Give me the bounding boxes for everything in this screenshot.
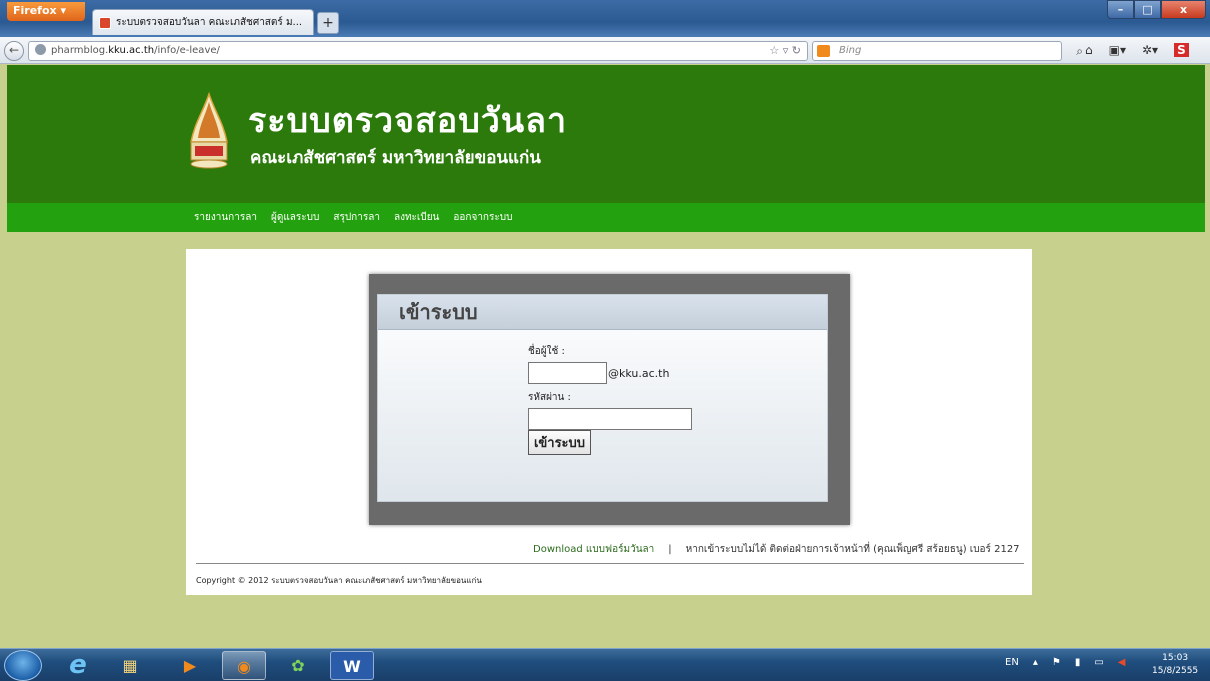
footer-divider xyxy=(196,563,1024,564)
reload-icon[interactable]: ↻ xyxy=(792,44,801,57)
back-button[interactable]: ← xyxy=(4,41,24,61)
search-placeholder: Bing xyxy=(839,45,862,56)
dropdown-icon[interactable]: ▿ xyxy=(783,44,789,57)
url-domain: kku.ac.th xyxy=(108,45,155,56)
language-indicator[interactable]: EN xyxy=(1005,657,1019,668)
site-title: ระบบตรวจสอบวันลา xyxy=(248,101,568,141)
globe-icon xyxy=(35,44,46,55)
menu-item-leave-summary[interactable]: สรุปการลา xyxy=(333,210,380,225)
username-input[interactable] xyxy=(528,362,607,384)
start-button[interactable] xyxy=(4,650,42,681)
url-path: /info/e-leave/ xyxy=(154,45,220,56)
menu-item-admin[interactable]: ผู้ดูแลระบบ xyxy=(271,210,319,225)
site-subtitle: คณะเภสัชศาสตร์ มหาวิทยาลัยขอนแก่น xyxy=(250,148,541,168)
back-arrow-icon: ← xyxy=(8,43,20,57)
menu-item-register[interactable]: ลงทะเบียน xyxy=(394,210,439,225)
menu-item-leave-report[interactable]: รายงานการลา xyxy=(194,210,257,225)
file-explorer-icon[interactable]: ▦ xyxy=(108,651,152,680)
url-bar[interactable]: pharmblog.kku.ac.th/info/e-leave/ ☆ ▿ ↻ xyxy=(28,41,808,61)
browser-titlebar: Firefox ▾ ระบบตรวจสอบวันลา คณะเภสัชศาสตร… xyxy=(0,0,1210,37)
footer-links: Download แบบฟอร์มวันลา | หากเข้าระบบไม่ได้… xyxy=(533,542,1020,557)
clock-date: 15/8/2555 xyxy=(1152,666,1199,676)
url-actions: ☆ ▿ ↻ xyxy=(769,42,801,60)
menu-item-logout[interactable]: ออกจากระบบ xyxy=(453,210,512,225)
login-frame: เข้าระบบ ชื่อผู้ใช้ : @kku.ac.th รหัสผ่า… xyxy=(369,274,850,525)
bookmark-star-icon[interactable]: ☆ xyxy=(769,44,779,57)
copyright-text: Copyright © 2012 ระบบตรวจสอบวันลา คณะเภส… xyxy=(196,576,482,585)
password-input[interactable] xyxy=(528,408,692,430)
favicon-icon xyxy=(99,16,111,29)
window-controls: – □ x xyxy=(1107,0,1206,19)
toolbar-icons: ⌂ ▣▾ ✲▾ S xyxy=(1085,43,1189,57)
university-logo-icon xyxy=(190,92,228,169)
clock[interactable]: 15:03 15/8/2555 xyxy=(1152,652,1198,678)
internet-explorer-icon[interactable]: e xyxy=(56,651,100,680)
show-hidden-icons-icon[interactable]: ▴ xyxy=(1033,657,1038,668)
flag-icon[interactable]: ⚑ xyxy=(1052,657,1061,668)
volume-icon[interactable]: ◀ xyxy=(1118,657,1126,668)
minimize-button[interactable]: – xyxy=(1107,0,1134,19)
download-form-link[interactable]: Download แบบฟอร์มวันลา xyxy=(533,544,654,555)
firefox-menu-button[interactable]: Firefox ▾ xyxy=(7,2,85,21)
username-domain-suffix: @kku.ac.th xyxy=(608,367,670,380)
system-tray: EN ▴ ⚑ ▮ ▭ ◀ xyxy=(1005,657,1125,668)
main-menu: รายงานการลา ผู้ดูแลระบบ สรุปการลา ลงทะเบ… xyxy=(7,203,1205,232)
search-bar[interactable]: Bing ⌕ xyxy=(812,41,1083,61)
messenger-icon[interactable]: ✿ xyxy=(276,651,320,680)
windows-taskbar: e ▦ ▶ ◉ ✿ W EN ▴ ⚑ ▮ ▭ ◀ 15:03 15/8/2555 xyxy=(0,648,1210,681)
main-content: เข้าระบบ ชื่อผู้ใช้ : @kku.ac.th รหัสผ่า… xyxy=(186,249,1032,595)
bookmarks-icon[interactable]: ▣▾ xyxy=(1109,43,1126,57)
tab-title: ระบบตรวจสอบวันลา คณะเภสัชศาสตร์ ม... xyxy=(116,17,303,28)
browser-navbar: ← pharmblog.kku.ac.th/info/e-leave/ ☆ ▿ … xyxy=(0,37,1210,64)
maximize-button[interactable]: □ xyxy=(1134,0,1161,19)
network-icon[interactable]: ▭ xyxy=(1094,657,1103,668)
contact-info: หากเข้าระบบไม่ได้ ติดต่อฝ่ายการเจ้าหน้าท… xyxy=(685,544,1020,555)
password-label: รหัสผ่าน : xyxy=(528,392,571,403)
login-button[interactable]: เข้าระบบ xyxy=(528,430,591,455)
login-heading: เข้าระบบ xyxy=(378,295,827,330)
login-box: เข้าระบบ ชื่อผู้ใช้ : @kku.ac.th รหัสผ่า… xyxy=(377,294,828,502)
url-prefix: pharmblog. xyxy=(51,45,109,56)
firefox-icon[interactable]: ◉ xyxy=(222,651,266,680)
addon-s-icon[interactable]: S xyxy=(1174,43,1189,57)
device-icon[interactable]: ▮ xyxy=(1075,657,1081,668)
new-tab-button[interactable]: + xyxy=(317,12,339,34)
clock-time: 15:03 xyxy=(1162,653,1189,663)
word-icon[interactable]: W xyxy=(330,651,374,680)
close-button[interactable]: x xyxy=(1161,0,1206,19)
site-header: ระบบตรวจสอบวันลา คณะเภสัชศาสตร์ มหาวิทยา… xyxy=(7,65,1205,203)
home-icon[interactable]: ⌂ xyxy=(1085,43,1093,57)
media-player-icon[interactable]: ▶ xyxy=(168,651,212,680)
addon-icon[interactable]: ✲▾ xyxy=(1142,43,1158,57)
search-icon[interactable]: ⌕ xyxy=(1076,42,1083,60)
browser-tab[interactable]: ระบบตรวจสอบวันลา คณะเภสัชศาสตร์ ม... xyxy=(92,9,314,35)
username-label: ชื่อผู้ใช้ : xyxy=(528,346,565,357)
footer-separator: | xyxy=(668,544,672,555)
search-engine-icon[interactable] xyxy=(817,45,830,57)
